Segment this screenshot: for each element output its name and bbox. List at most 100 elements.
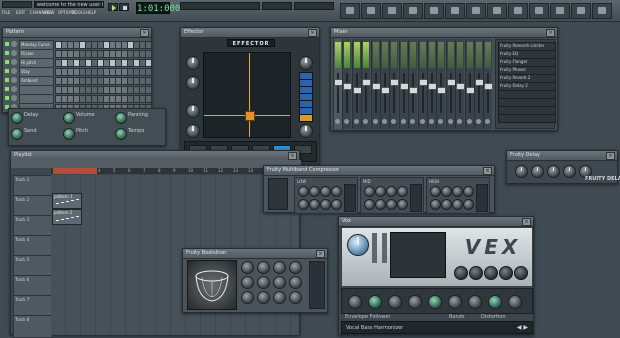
piano-roll-button[interactable] — [592, 3, 612, 19]
effector-xy-pad[interactable] — [203, 52, 291, 138]
mixer-pan-knob[interactable] — [419, 119, 425, 124]
mixer-strip[interactable] — [351, 39, 362, 129]
transport-stop-button[interactable] — [119, 3, 129, 11]
menu-item-tools[interactable]: TOOLS — [72, 10, 86, 15]
channel-pan-knob[interactable] — [11, 59, 17, 65]
playlist-button[interactable] — [571, 3, 591, 19]
compressor-knob[interactable] — [298, 199, 309, 210]
compressor-knob[interactable] — [309, 199, 320, 210]
mixer-pan-knob[interactable] — [344, 119, 350, 124]
vex-preset-arrows[interactable]: ◀ ▶ — [517, 324, 528, 331]
menu-item-file[interactable]: FILE — [2, 10, 10, 15]
mixer-pan-knob[interactable] — [476, 119, 481, 124]
mixer-pan-knob[interactable] — [391, 119, 397, 124]
vex-preset-bar[interactable]: Vocal Bass Harmonizer ◀ ▶ — [341, 321, 533, 334]
compressor-knob[interactable] — [397, 199, 408, 210]
delay-knob-4[interactable] — [563, 165, 576, 178]
channel-pan-knob[interactable] — [11, 86, 17, 92]
vex-knob[interactable] — [469, 266, 483, 280]
mixer-slot[interactable] — [498, 114, 556, 123]
menu-item-help[interactable]: HELP — [86, 10, 96, 15]
compressor-knob[interactable] — [386, 199, 397, 210]
compressor-knob[interactable] — [320, 199, 331, 210]
vex-mid-knob[interactable] — [408, 295, 422, 309]
vex-knob[interactable] — [514, 266, 528, 280]
step-button[interactable] — [145, 86, 152, 94]
close-icon[interactable]: × — [140, 29, 149, 37]
control-knob-pitch[interactable] — [63, 128, 75, 140]
control-knob-tempo[interactable] — [115, 128, 127, 140]
compressor-knob[interactable] — [452, 199, 463, 210]
compressor-knob[interactable] — [320, 186, 331, 197]
close-icon[interactable]: × — [308, 29, 317, 37]
compressor-knob[interactable] — [452, 186, 463, 197]
pattern-clip[interactable]: pattern 2 — [52, 209, 82, 225]
vex-mid-knob[interactable] — [468, 295, 482, 309]
step-button[interactable] — [145, 95, 152, 103]
compressor-knob[interactable] — [364, 186, 375, 197]
compressor-knob[interactable] — [309, 186, 320, 197]
vex-mid-knob[interactable] — [428, 295, 442, 309]
channel-led[interactable] — [5, 69, 9, 73]
close-icon[interactable]: × — [316, 250, 325, 258]
mixer-pan-knob[interactable] — [429, 119, 434, 124]
vex-mid-knob[interactable] — [508, 295, 522, 309]
beatslicer-knob[interactable] — [289, 276, 302, 289]
mixer-pan-knob[interactable] — [410, 119, 416, 124]
delay-knob-3[interactable] — [547, 165, 560, 178]
compressor-knob[interactable] — [331, 186, 342, 197]
vex-mid-knob[interactable] — [348, 295, 362, 309]
pattern-button[interactable] — [403, 3, 423, 19]
channel-led[interactable] — [5, 42, 9, 46]
step-button[interactable] — [145, 59, 152, 67]
mixer-pan-knob[interactable] — [457, 119, 463, 124]
effector-slot-button[interactable] — [299, 114, 313, 122]
mixer-strip[interactable] — [483, 39, 494, 129]
wait-button[interactable] — [445, 3, 465, 19]
effector-knob-5[interactable] — [299, 56, 313, 70]
mixer-pan-knob[interactable] — [372, 119, 378, 124]
compressor-knob[interactable] — [463, 186, 474, 197]
compressor-knob[interactable] — [386, 186, 397, 197]
compressor-knob[interactable] — [441, 199, 452, 210]
channel-pan-knob[interactable] — [11, 68, 17, 74]
beatslicer-knob[interactable] — [241, 261, 254, 274]
close-icon[interactable]: × — [288, 152, 297, 160]
step-button[interactable] — [145, 77, 152, 85]
compressor-knob[interactable] — [430, 199, 441, 210]
close-icon[interactable]: × — [522, 218, 531, 226]
mixer-strip[interactable] — [417, 39, 428, 129]
step-button[interactable] — [145, 68, 152, 76]
mixer-strip[interactable] — [361, 39, 372, 129]
compressor-knob[interactable] — [430, 186, 441, 197]
blend-button[interactable] — [487, 3, 507, 19]
close-icon[interactable]: × — [546, 29, 555, 37]
channel-led[interactable] — [5, 51, 9, 55]
step-button[interactable] — [145, 50, 152, 58]
vex-knob[interactable] — [454, 266, 468, 280]
mixer-strip[interactable] — [333, 39, 343, 129]
beatslicer-knob[interactable] — [273, 291, 286, 304]
stop-button[interactable] — [382, 3, 402, 19]
channel-led[interactable] — [5, 96, 9, 100]
tempo-display[interactable] — [294, 2, 334, 10]
vex-fader-2[interactable] — [382, 233, 387, 263]
step-button[interactable] — [145, 41, 152, 49]
control-knob-volume[interactable] — [63, 112, 75, 124]
mixer-pan-knob[interactable] — [382, 119, 387, 124]
effector-knob-6[interactable] — [299, 124, 313, 138]
vex-mid-knob[interactable] — [368, 295, 382, 309]
effector-knob-2[interactable] — [186, 76, 200, 90]
pattern-clip[interactable]: pattern 1 — [52, 193, 82, 209]
mixer-strip[interactable] — [342, 39, 353, 129]
delay-knob-1[interactable] — [515, 165, 528, 178]
mixer-strip[interactable] — [455, 39, 466, 129]
compressor-knob[interactable] — [375, 199, 386, 210]
metronome-button[interactable] — [424, 3, 444, 19]
mixer-pan-knob[interactable] — [335, 119, 340, 124]
control-knob-send[interactable] — [11, 128, 23, 140]
mixer-strip[interactable] — [370, 39, 381, 129]
mixer-strip[interactable] — [389, 39, 400, 129]
channel-pan-knob[interactable] — [11, 77, 17, 83]
mixer-button[interactable] — [550, 3, 570, 19]
